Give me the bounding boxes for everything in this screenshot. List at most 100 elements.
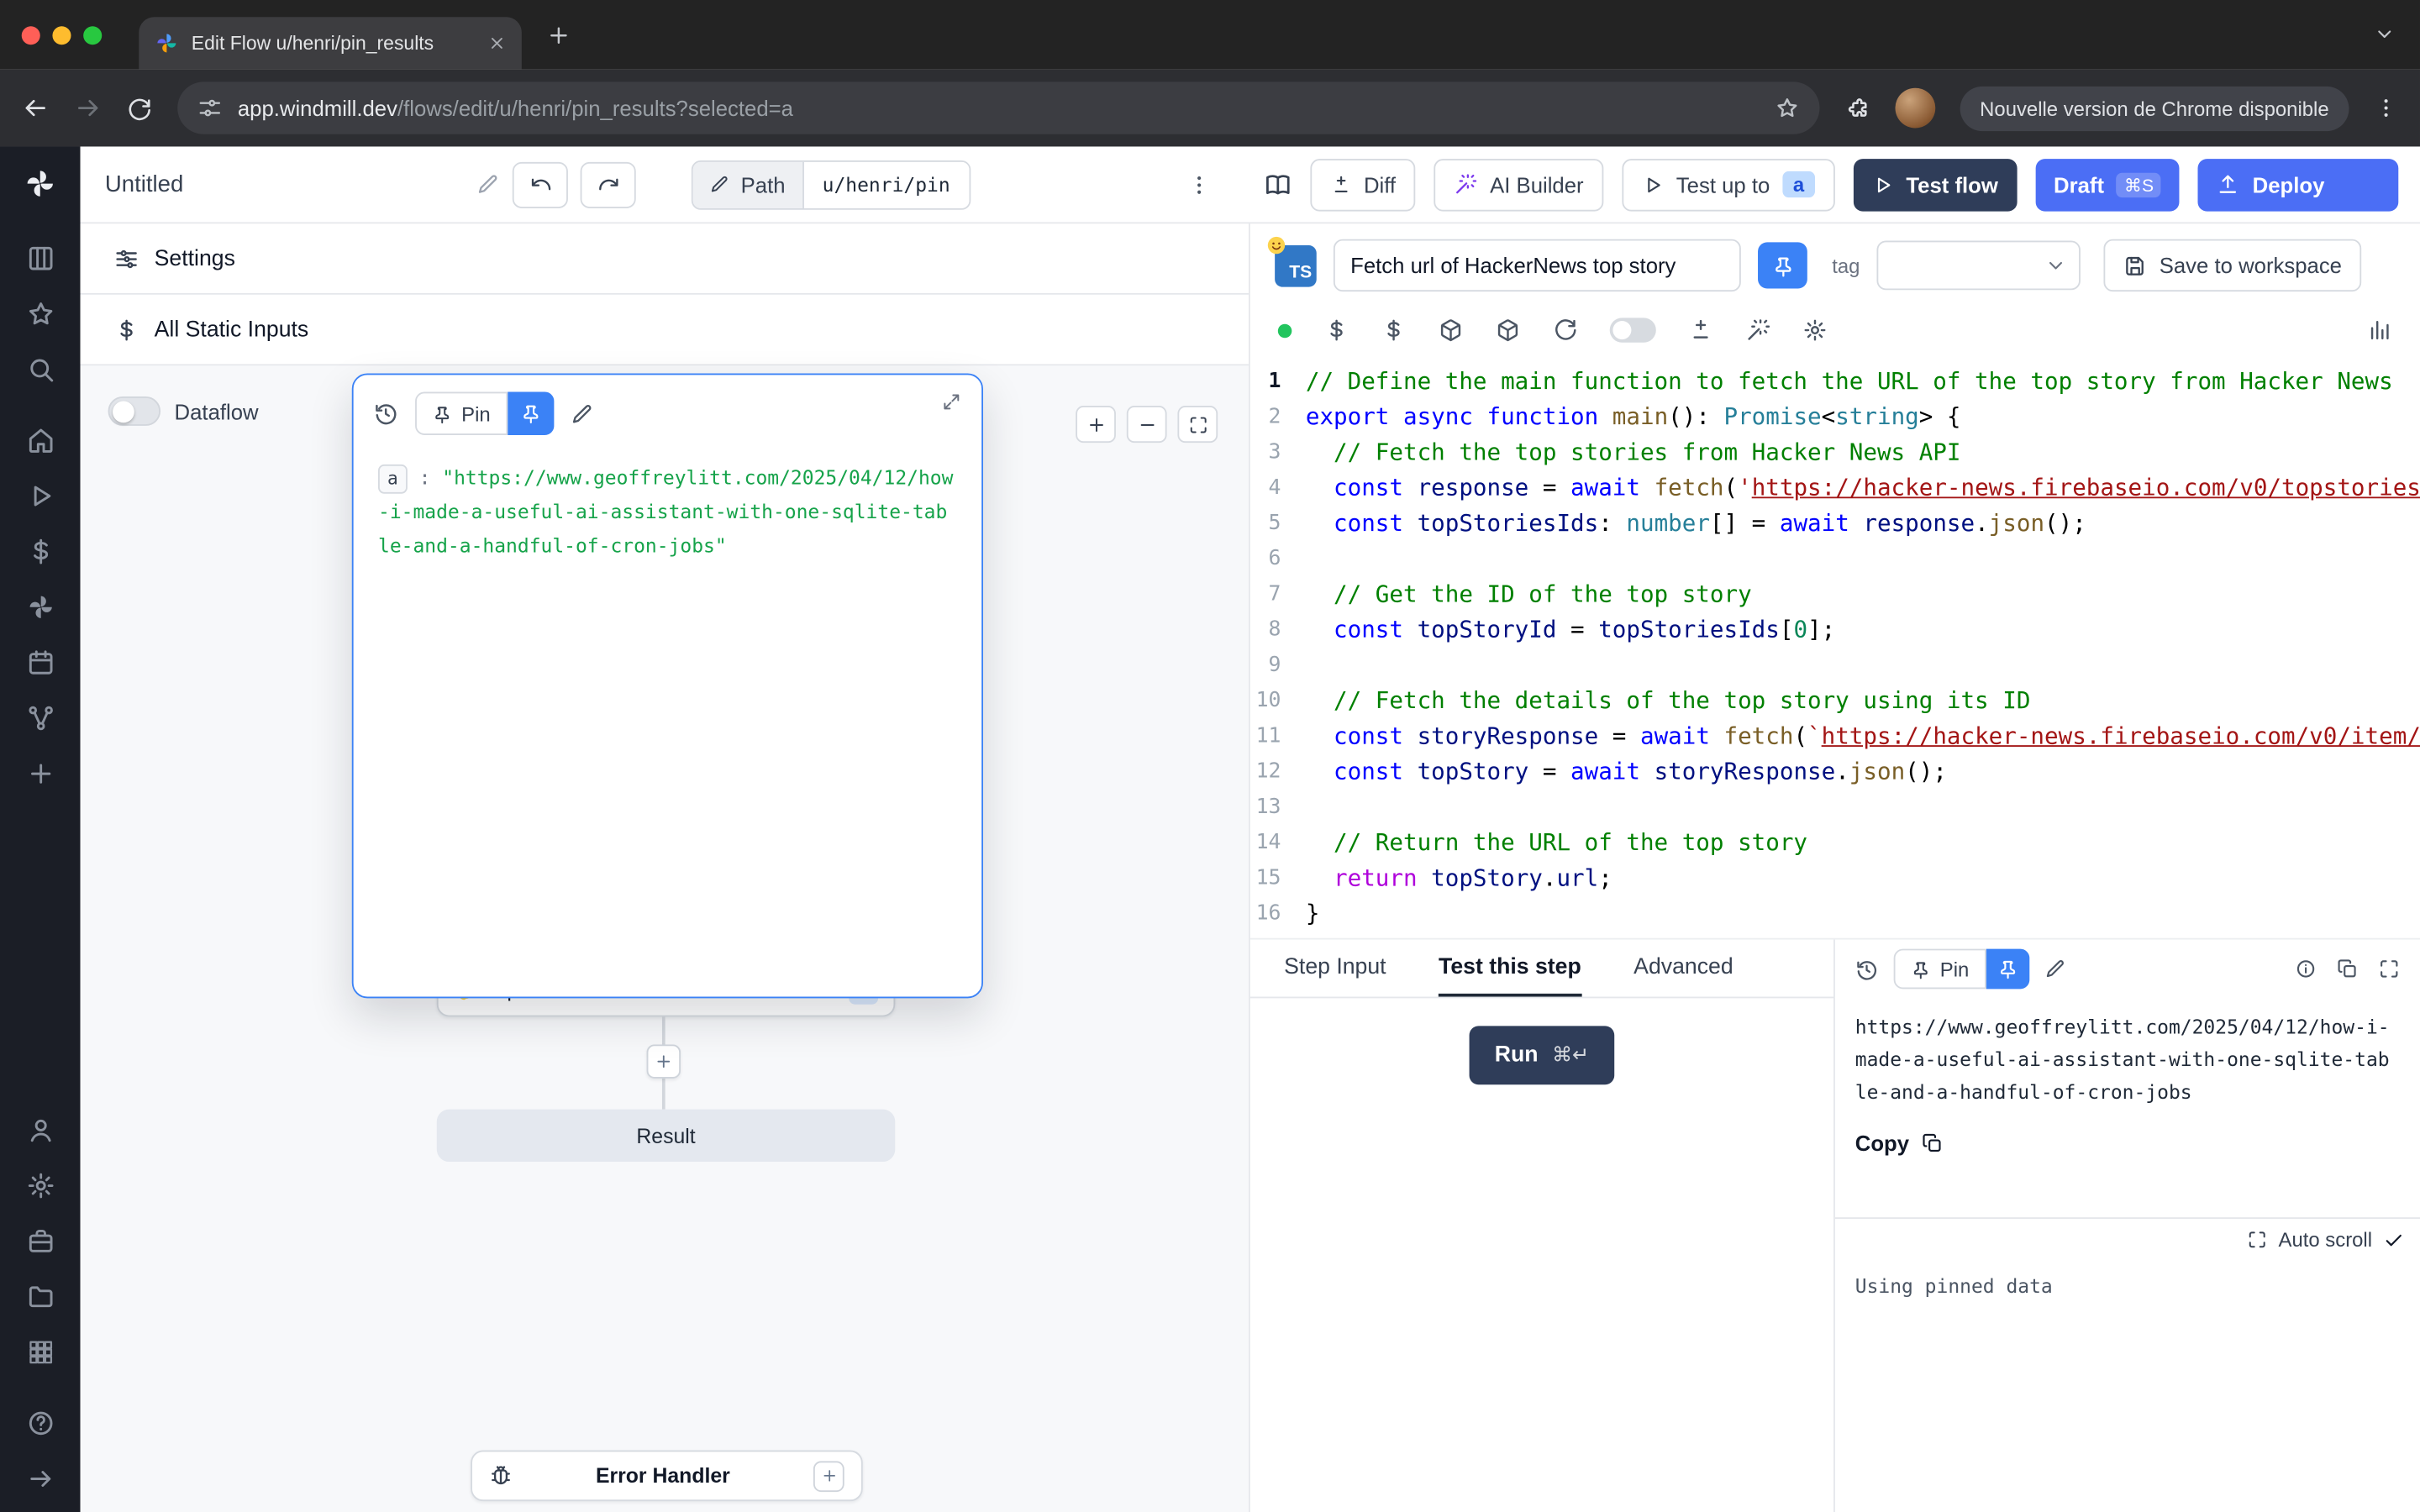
script-settings-icon[interactable] — [1802, 318, 1827, 342]
sidebar-resources-icon[interactable] — [25, 592, 55, 622]
pinned-json-editor[interactable]: a : "https://www.geoffreylitt.com/2025/0… — [354, 452, 982, 572]
code-line-4[interactable]: 4 const response = await fetch('https://… — [1250, 470, 2420, 506]
tag-select[interactable] — [1877, 241, 2081, 291]
code-editor[interactable]: 1// Define the main function to fetch th… — [1250, 354, 2420, 938]
test-flow-button[interactable]: Test flow — [1854, 158, 2017, 210]
tab-test-this-step[interactable]: Test this step — [1439, 940, 1581, 997]
edit-icon[interactable] — [571, 402, 594, 425]
profile-avatar[interactable] — [1895, 88, 1935, 129]
ai-builder-button[interactable]: AI Builder — [1434, 158, 1603, 210]
sidebar-schedules-icon[interactable] — [25, 648, 55, 677]
pin-active-button[interactable] — [1758, 242, 1807, 288]
fullscreen-icon[interactable] — [2378, 958, 2400, 980]
sidebar-search-icon[interactable] — [25, 354, 55, 384]
sidebar-settings-icon[interactable] — [25, 1171, 55, 1200]
docs-icon[interactable] — [1264, 171, 1292, 198]
test-up-to-button[interactable]: Test up to a — [1623, 158, 1835, 210]
redo-button[interactable] — [581, 161, 636, 207]
sidebar-help-icon[interactable] — [25, 1409, 55, 1438]
diff-mode-icon[interactable] — [1610, 318, 1656, 342]
browser-tab[interactable]: Edit Flow u/henri/pin_results — [139, 17, 522, 69]
code-line-13[interactable]: 13 — [1250, 790, 2420, 825]
pin-active-button[interactable] — [508, 392, 554, 435]
run-button[interactable]: Run ⌘↵ — [1470, 1026, 1613, 1084]
chrome-update-button[interactable]: Nouvelle version de Chrome disponible — [1960, 86, 2349, 130]
sidebar-account-icon[interactable] — [25, 1116, 55, 1145]
summary-input[interactable] — [1334, 239, 1741, 291]
sidebar-triggers-icon[interactable] — [25, 704, 55, 733]
undo-button[interactable] — [513, 161, 568, 207]
bookmark-icon[interactable] — [1775, 96, 1799, 120]
site-info-icon[interactable] — [197, 96, 222, 120]
expand-icon[interactable] — [941, 392, 961, 412]
reload-icon[interactable] — [1553, 318, 1577, 342]
sidebar-expand-icon[interactable] — [25, 1464, 55, 1494]
sidebar-boards-icon[interactable] — [25, 244, 55, 273]
code-line-8[interactable]: 8 const topStoryId = topStoriesIds[0]; — [1250, 612, 2420, 648]
code-line-10[interactable]: 10 // Fetch the details of the top story… — [1250, 684, 2420, 719]
edit-icon[interactable] — [2044, 958, 2066, 980]
history-icon[interactable] — [373, 402, 397, 426]
ai-assist-icon[interactable] — [1745, 318, 1770, 342]
history-icon[interactable] — [1855, 958, 1879, 981]
assets-icon[interactable] — [1496, 318, 1520, 342]
flow-canvas[interactable]: Dataflow — [81, 365, 1249, 1512]
back-button[interactable] — [22, 94, 50, 122]
pin-button[interactable]: Pin — [415, 392, 508, 435]
sidebar-jobs-icon[interactable] — [25, 1226, 55, 1256]
sidebar-home-icon[interactable] — [25, 426, 55, 455]
window-close-button[interactable] — [22, 25, 40, 44]
window-zoom-button[interactable] — [83, 25, 102, 44]
deploy-button[interactable]: Deploy — [2198, 158, 2399, 210]
diff-icon[interactable] — [1688, 318, 1712, 342]
add-step-button[interactable] — [647, 1044, 681, 1078]
static-inputs-row[interactable]: All Static Inputs — [81, 295, 1249, 365]
error-handler-node[interactable]: Error Handler — [471, 1451, 863, 1502]
sidebar-runs-icon[interactable] — [25, 481, 55, 511]
code-line-12[interactable]: 12 const topStory = await storyResponse.… — [1250, 754, 2420, 790]
path-value[interactable]: u/henri/pin — [802, 161, 969, 207]
pin-active-button[interactable] — [1986, 949, 2028, 990]
pinned-result-value[interactable]: https://www.geoffreylitt.com/2025/04/12/… — [1835, 998, 2420, 1107]
dependencies-icon[interactable] — [1439, 318, 1463, 342]
code-line-14[interactable]: 14 // Return the URL of the top story — [1250, 826, 2420, 861]
sidebar-favorites-icon[interactable] — [25, 299, 55, 328]
flow-settings-row[interactable]: Settings — [81, 223, 1249, 294]
clipboard-icon[interactable] — [2337, 958, 2359, 980]
code-line-15[interactable]: 15 return topStory.url; — [1250, 861, 2420, 896]
sidebar-apps-icon[interactable] — [25, 1337, 55, 1367]
tab-search-icon[interactable] — [2374, 24, 2396, 45]
reload-button[interactable] — [127, 95, 153, 121]
url-bar[interactable]: app.windmill.dev/flows/edit/u/henri/pin_… — [177, 81, 1819, 134]
error-handler-add-button[interactable] — [813, 1460, 844, 1491]
zoom-out-button[interactable] — [1127, 406, 1167, 443]
tab-advanced[interactable]: Advanced — [1634, 940, 1733, 997]
diff-button[interactable]: Diff — [1310, 158, 1416, 210]
tab-step-input[interactable]: Step Input — [1284, 940, 1386, 997]
new-tab-button[interactable] — [546, 23, 571, 47]
windmill-logo-icon[interactable] — [24, 166, 57, 200]
pin-button[interactable]: Pin — [1894, 949, 1986, 990]
zoom-in-button[interactable] — [1076, 406, 1116, 443]
forward-button[interactable] — [74, 94, 102, 122]
check-icon[interactable] — [2383, 1229, 2405, 1251]
code-line-7[interactable]: 7 // Get the ID of the top story — [1250, 577, 2420, 612]
code-line-11[interactable]: 11 const storyResponse = await fetch(`ht… — [1250, 719, 2420, 754]
fit-view-button[interactable] — [1177, 406, 1218, 443]
save-to-workspace-button[interactable]: Save to workspace — [2104, 239, 2362, 291]
draft-button[interactable]: Draft ⌘S — [2035, 158, 2180, 210]
tab-close-icon[interactable] — [487, 34, 506, 52]
more-options-icon[interactable] — [1186, 172, 1211, 197]
extensions-icon[interactable] — [1844, 95, 1870, 121]
variables-icon[interactable] — [1324, 318, 1349, 342]
edit-title-icon[interactable] — [477, 173, 501, 197]
path-button[interactable]: Path — [693, 161, 802, 207]
code-line-9[interactable]: 9 — [1250, 648, 2420, 683]
resources-icon[interactable] — [1381, 318, 1406, 342]
code-line-16[interactable]: 16} — [1250, 896, 2420, 932]
flow-title-field[interactable]: Untitled — [105, 171, 500, 197]
code-line-6[interactable]: 6 — [1250, 542, 2420, 577]
dataflow-toggle[interactable] — [108, 396, 160, 426]
info-icon[interactable] — [2295, 958, 2317, 980]
sidebar-variables-icon[interactable] — [25, 537, 55, 566]
